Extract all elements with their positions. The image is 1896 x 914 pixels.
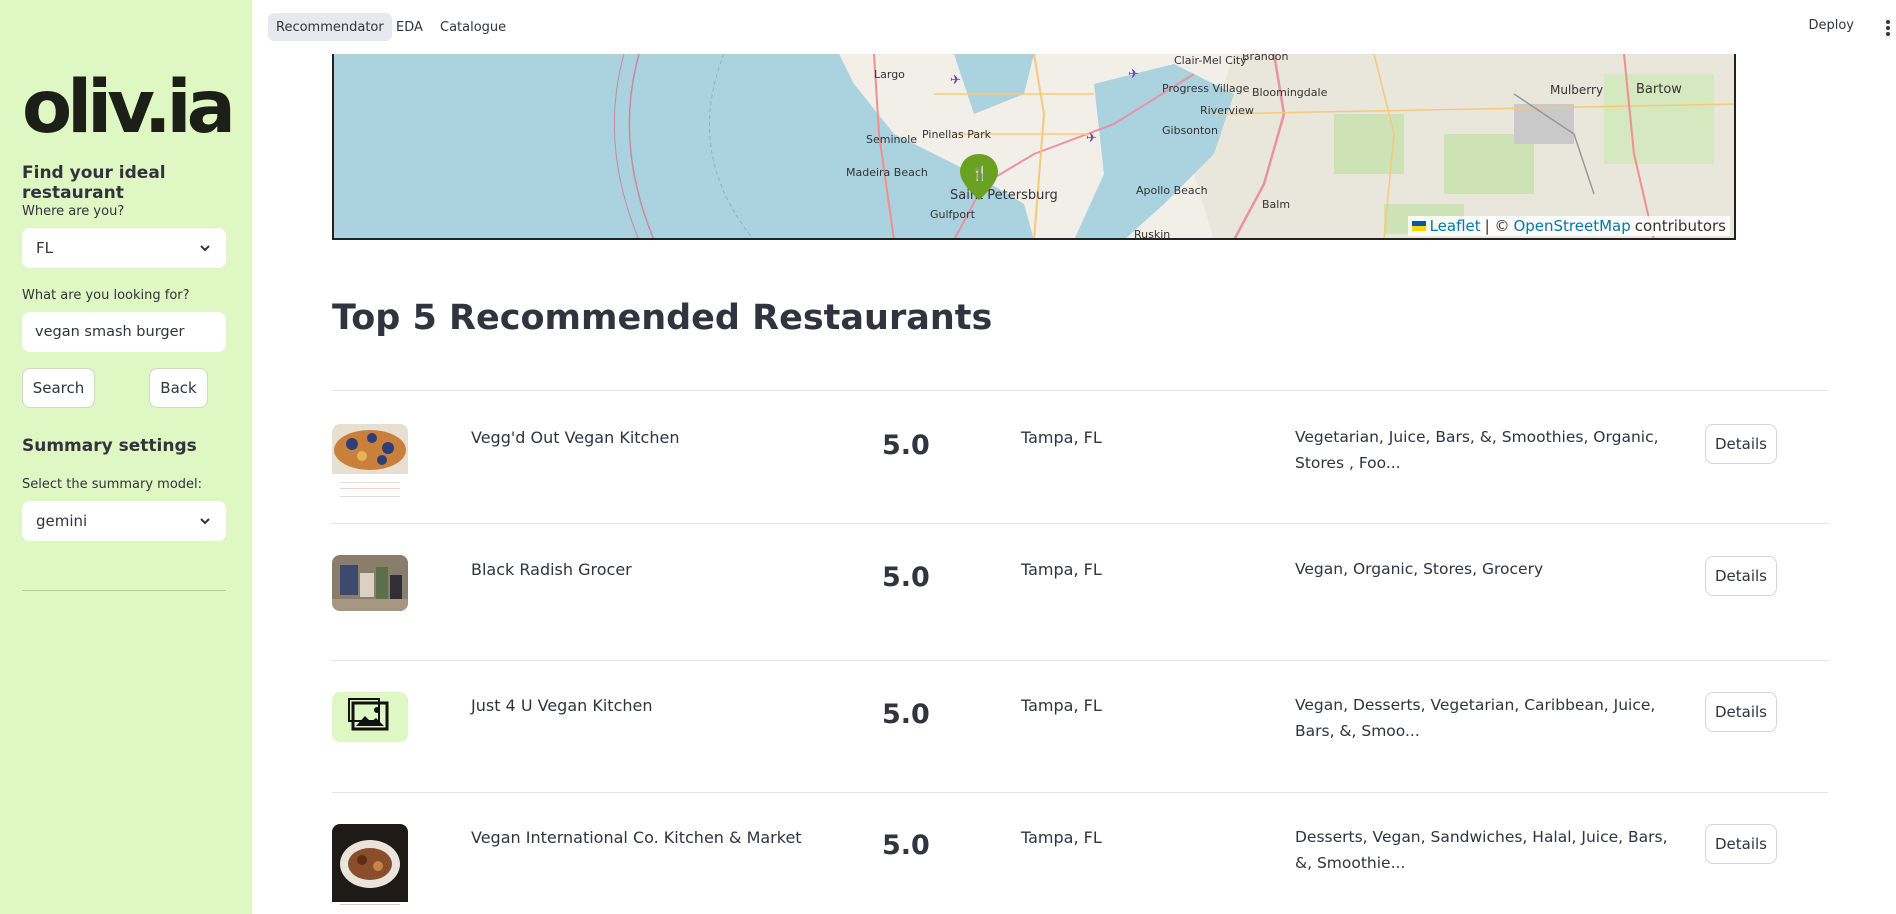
details-button[interactable]: Details [1705, 824, 1777, 864]
main-menu-icon[interactable] [1886, 20, 1890, 36]
restaurant-city: Tampa, FL [1021, 428, 1102, 447]
details-button[interactable]: Details [1705, 692, 1777, 732]
svg-text:Bartow: Bartow [1636, 82, 1682, 97]
search-button[interactable]: Search [22, 368, 95, 408]
summary-heading: Summary settings [22, 436, 197, 456]
restaurant-thumbnail [332, 424, 408, 504]
svg-text:Brandon: Brandon [1242, 54, 1288, 63]
restaurant-categories: Vegan, Desserts, Vegetarian, Caribbean, … [1295, 696, 1656, 740]
restaurant-categories: Desserts, Vegan, Sandwiches, Halal, Juic… [1295, 828, 1668, 872]
restaurant-name: Vegan International Co. Kitchen & Market [471, 828, 802, 847]
row-divider [332, 390, 1828, 391]
svg-text:✈: ✈ [1128, 67, 1139, 82]
details-button[interactable]: Details [1705, 424, 1777, 464]
restaurant-map[interactable]: Largo Clair-Mel City Brandon Progress Vi… [332, 54, 1736, 240]
svg-text:Madeira Beach: Madeira Beach [846, 166, 928, 179]
restaurant-categories: Vegan, Organic, Stores, Grocery [1295, 560, 1544, 578]
restaurant-rating: 5.0 [882, 430, 930, 461]
row-divider [332, 523, 1828, 524]
model-value: gemini [36, 512, 88, 530]
restaurant-name: Just 4 U Vegan Kitchen [471, 696, 653, 715]
svg-text:Seminole: Seminole [866, 133, 917, 146]
attribution-suffix: contributors [1634, 217, 1726, 235]
tab-recommendator[interactable]: Recommendator [268, 13, 392, 41]
row-divider [332, 660, 1828, 661]
svg-text:Balm: Balm [1262, 198, 1290, 211]
restaurant-name: Vegg'd Out Vegan Kitchen [471, 428, 680, 447]
osm-link[interactable]: OpenStreetMap [1513, 217, 1630, 235]
restaurant-name: Black Radish Grocer [471, 560, 632, 579]
location-select[interactable]: FL [22, 228, 226, 268]
restaurant-rating: 5.0 [882, 562, 930, 593]
svg-text:✈: ✈ [950, 73, 961, 88]
model-label: Select the summary model: [22, 477, 203, 492]
tab-eda[interactable]: EDA [388, 13, 431, 41]
restaurant-rating: 5.0 [882, 699, 930, 730]
top-header: Recommendator EDA Catalogue Deploy [252, 0, 1896, 54]
restaurant-city: Tampa, FL [1021, 828, 1102, 847]
back-button[interactable]: Back [149, 368, 208, 408]
row-divider [332, 792, 1828, 793]
restaurant-rating: 5.0 [882, 830, 930, 861]
map-attribution: Leaflet | © OpenStreetMap contributors [1407, 216, 1730, 236]
svg-text:Riverview: Riverview [1200, 104, 1254, 117]
svg-text:Largo: Largo [874, 68, 905, 81]
query-label: What are you looking for? [22, 288, 190, 303]
svg-text:Pinellas Park: Pinellas Park [922, 128, 992, 141]
ukraine-flag-icon [1411, 221, 1426, 231]
restaurant-thumbnail [332, 824, 408, 910]
sidebar: oliv.ia Find your ideal restaurant Where… [0, 0, 252, 914]
query-input[interactable]: vegan smash burger [22, 312, 226, 352]
page-title: Top 5 Recommended Restaurants [332, 298, 993, 338]
svg-text:Progress Village: Progress Village [1162, 82, 1250, 95]
svg-text:Apollo Beach: Apollo Beach [1136, 184, 1208, 197]
svg-text:Ruskin: Ruskin [1134, 228, 1170, 240]
restaurant-thumbnail [332, 555, 408, 611]
app-logo: oliv.ia [22, 65, 236, 150]
svg-text:Clair-Mel City: Clair-Mel City [1174, 54, 1247, 67]
chevron-down-icon [200, 518, 210, 525]
map-tiles: Largo Clair-Mel City Brandon Progress Vi… [613, 54, 1734, 240]
svg-text:Saint Petersburg: Saint Petersburg [950, 188, 1058, 203]
location-value: FL [36, 239, 53, 257]
details-button[interactable]: Details [1705, 556, 1777, 596]
svg-text:Mulberry: Mulberry [1550, 83, 1603, 97]
restaurant-city: Tampa, FL [1021, 696, 1102, 715]
chevron-down-icon [200, 245, 210, 252]
svg-text:Gibsonton: Gibsonton [1162, 124, 1218, 137]
svg-text:🍴: 🍴 [971, 165, 988, 182]
deploy-button[interactable]: Deploy [1808, 18, 1854, 33]
restaurant-categories: Vegetarian, Juice, Bars, &, Smoothies, O… [1295, 428, 1659, 472]
svg-text:Bloomingdale: Bloomingdale [1252, 86, 1328, 99]
svg-text:Gulfport: Gulfport [930, 208, 976, 221]
restaurant-city: Tampa, FL [1021, 560, 1102, 579]
sidebar-heading: Find your ideal restaurant [22, 163, 166, 203]
attribution-separator: | © [1484, 217, 1510, 235]
svg-text:✈: ✈ [1086, 131, 1097, 146]
model-select[interactable]: gemini [22, 501, 226, 541]
tab-catalogue[interactable]: Catalogue [432, 13, 514, 41]
sidebar-divider [22, 590, 226, 591]
image-placeholder-icon [332, 692, 408, 742]
location-label: Where are you? [22, 204, 125, 219]
leaflet-link[interactable]: Leaflet [1430, 217, 1481, 235]
